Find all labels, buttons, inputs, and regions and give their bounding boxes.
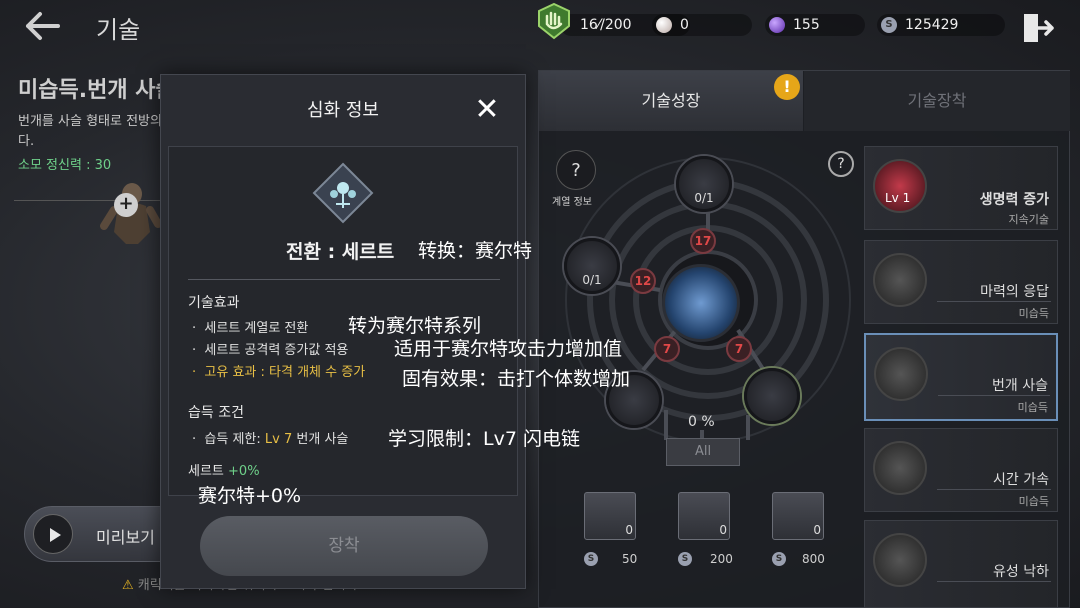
skill-book-item[interactable]: 0	[678, 492, 730, 540]
skill-list-name: 시간 가속	[993, 472, 1049, 488]
pearl-icon	[656, 17, 672, 33]
silver-coin-icon: S	[584, 552, 598, 566]
silver-value: 125429	[905, 17, 959, 33]
effect-translation: 适用于赛尔特攻击力增加值	[394, 338, 623, 360]
sert-bonus-translation: 赛尔特+0%	[198, 485, 302, 507]
alert-icon: !	[774, 74, 800, 100]
effects-heading: 기술효과	[188, 295, 240, 311]
divider	[188, 279, 500, 280]
node-level-badge: 7	[654, 336, 680, 362]
life-increase-icon: Lv 1	[873, 159, 927, 213]
book-price: 800	[802, 552, 825, 566]
divider	[937, 489, 1051, 490]
gem-value: 155	[793, 17, 820, 33]
transform-title: 전환 : 세르트	[286, 241, 395, 263]
effect-translation: 固有效果：击打个体数增加	[402, 368, 631, 390]
book-count: 0	[625, 523, 633, 537]
skill-level: Lv 1	[885, 191, 911, 205]
tree-node-lower-right[interactable]	[744, 368, 800, 424]
divider	[937, 581, 1051, 582]
unique-effect-item: · 고유 효과 : 타격 개체 수 증가	[192, 365, 366, 380]
book-price: 200	[710, 552, 733, 566]
skill-list-name: 마력의 응답	[980, 284, 1049, 300]
skill-book-item[interactable]: 0	[772, 492, 824, 540]
stamina-value: 16⁄/200	[580, 17, 632, 33]
time-acceleration-icon	[873, 441, 927, 495]
purple-gem-icon	[769, 17, 785, 33]
lightning-chain-core-icon[interactable]	[662, 264, 740, 342]
lineage-info-button[interactable]: ?	[556, 150, 596, 190]
skill-list-item[interactable]: 시간 가속 미습득	[864, 428, 1058, 512]
tree-node-left-count: 0/1	[582, 273, 602, 287]
transform-title-translation: 转换：赛尔特	[418, 240, 533, 262]
skill-name: 미습득.번개 사슬	[18, 78, 176, 103]
divider	[937, 301, 1051, 302]
book-count: 0	[719, 523, 727, 537]
node-level-badge: 12	[630, 268, 656, 294]
silver-coin-icon: S	[881, 17, 897, 33]
book-count: 0	[813, 523, 821, 537]
lineage-info-label: 계열 정보	[552, 197, 592, 208]
skill-list-name: 유성 낙하	[993, 564, 1049, 580]
lightning-chain-icon	[874, 347, 928, 401]
conditions-heading: 습득 조건	[188, 405, 244, 421]
node-level-badge: 17	[690, 228, 716, 254]
skill-list-item[interactable]: Lv 1 생명력 증가 지속기술	[864, 146, 1058, 230]
back-button[interactable]	[20, 8, 64, 44]
skill-list-item[interactable]: 마력의 응답 미습득	[864, 240, 1058, 324]
silver-coin-icon: S	[678, 552, 692, 566]
tree-node-top[interactable]: 0/1	[676, 156, 732, 212]
close-icon[interactable]: ✕	[472, 95, 502, 126]
mana-response-icon	[873, 253, 927, 307]
skill-list-status: 미습득	[1017, 401, 1048, 414]
silver-coin-icon: S	[772, 552, 786, 566]
skill-list-status: 지속기술	[1008, 213, 1049, 226]
help-icon[interactable]: ?	[828, 151, 854, 177]
skill-list-item-selected[interactable]: 번개 사슬 미습득	[864, 333, 1058, 421]
skill-list-item[interactable]: 유성 낙하	[864, 520, 1058, 608]
meteor-fall-icon	[873, 533, 927, 587]
silver-counter: S 125429	[877, 14, 1005, 36]
stamina-icon	[536, 2, 572, 40]
exit-button[interactable]	[1020, 10, 1056, 46]
book-price: 50	[622, 552, 638, 566]
skill-book-item[interactable]: 0	[584, 492, 636, 540]
exit-door-icon	[1024, 14, 1054, 42]
sert-bonus: 세르트 +0%	[188, 464, 260, 479]
warning-icon: ⚠	[122, 578, 134, 593]
sert-transform-icon	[312, 162, 374, 224]
skill-list-status: 미습득	[1018, 495, 1049, 508]
condition-translation: 学习限制：Lv7 闪电链	[388, 428, 580, 450]
growth-progress: 0 %	[688, 414, 715, 430]
skill-cost: 소모 정신력 : 30	[18, 158, 112, 173]
add-icon[interactable]: +	[114, 193, 138, 217]
condition-item: · 습득 제한: Lv 7 번개 사슬	[192, 432, 349, 447]
effect-item: · 세르트 공격력 증가값 적용	[192, 343, 349, 358]
effect-item: · 세르트 계열로 전환	[192, 321, 309, 336]
equip-button[interactable]: 장착	[200, 516, 488, 576]
page-title: 기술	[96, 16, 141, 44]
preview-label: 미리보기	[96, 528, 155, 547]
node-level-badge: 7	[726, 336, 752, 362]
pearl-value: 0	[680, 17, 689, 33]
tab-skill-equip[interactable]: 기술장착	[804, 71, 1070, 131]
skill-list-name: 생명력 증가	[979, 192, 1049, 208]
skill-list-name: 번개 사슬	[992, 378, 1048, 394]
skill-list-status: 미습득	[1018, 307, 1049, 320]
tree-node-top-count: 0/1	[694, 191, 714, 205]
all-button[interactable]: All	[666, 438, 740, 466]
tab-skill-growth[interactable]: 기술성장	[539, 71, 803, 131]
arrow-left-icon	[26, 12, 60, 40]
tree-node-left[interactable]: 0/1	[564, 238, 620, 294]
divider	[938, 395, 1050, 396]
gem-counter: 155	[765, 14, 865, 36]
pearl-counter: 0	[652, 14, 752, 36]
play-icon[interactable]	[33, 514, 73, 554]
